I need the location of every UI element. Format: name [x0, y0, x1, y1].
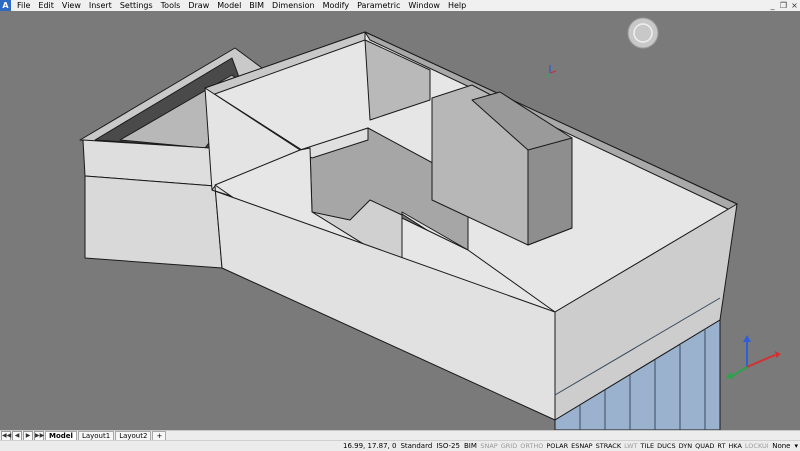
restore-button[interactable]: ❐ [778, 0, 789, 11]
menu-parametric[interactable]: Parametric [353, 0, 404, 11]
menu-window[interactable]: Window [404, 0, 444, 11]
menu-bim[interactable]: BIM [245, 0, 268, 11]
room-2-side [527, 137, 573, 246]
menu-help[interactable]: Help [444, 0, 470, 11]
minimize-button[interactable]: _ [767, 0, 778, 11]
menu-model[interactable]: Model [213, 0, 245, 11]
annex-lower-wall [84, 175, 223, 269]
menu-settings[interactable]: Settings [116, 0, 157, 11]
app-logo-icon[interactable]: A [0, 0, 11, 11]
viewport-canvas[interactable] [0, 11, 800, 430]
window-controls: _ ❐ × [767, 0, 800, 11]
menu-modify[interactable]: Modify [319, 0, 354, 11]
menu-draw[interactable]: Draw [184, 0, 213, 11]
close-button[interactable]: × [789, 0, 800, 11]
status-bar: 16.99, 17.87, 0 Standard ISO-25 BIM SNAP… [0, 440, 800, 451]
menu-insert[interactable]: Insert [85, 0, 116, 11]
model-viewport[interactable] [0, 11, 800, 430]
menu-dimension[interactable]: Dimension [268, 0, 319, 11]
menu-edit[interactable]: Edit [34, 0, 58, 11]
menu-tools[interactable]: Tools [157, 0, 185, 11]
compass-icon[interactable] [627, 17, 659, 49]
menu-file[interactable]: File [13, 0, 34, 11]
menu-view[interactable]: View [58, 0, 85, 11]
